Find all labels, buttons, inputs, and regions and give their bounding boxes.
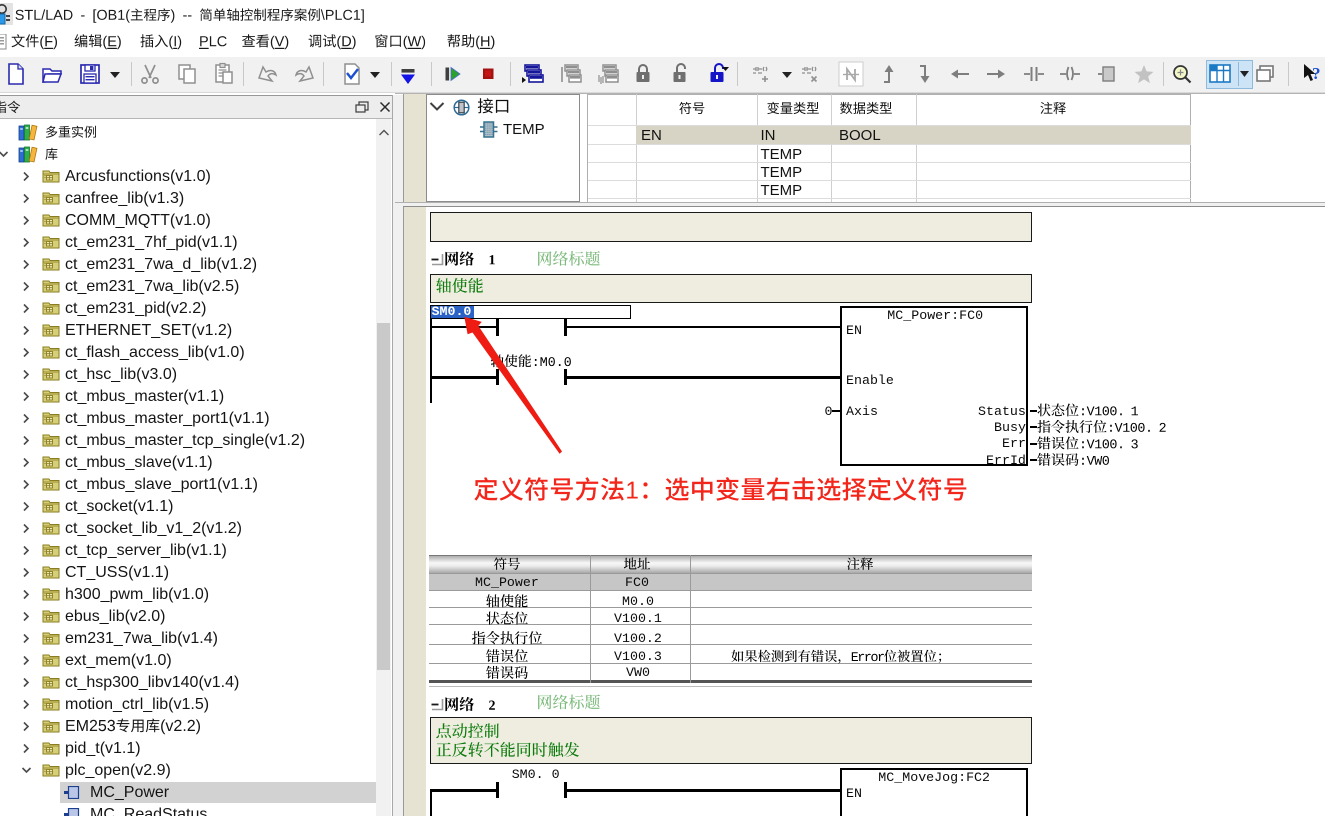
svg-text:?: ? [1312,64,1321,83]
